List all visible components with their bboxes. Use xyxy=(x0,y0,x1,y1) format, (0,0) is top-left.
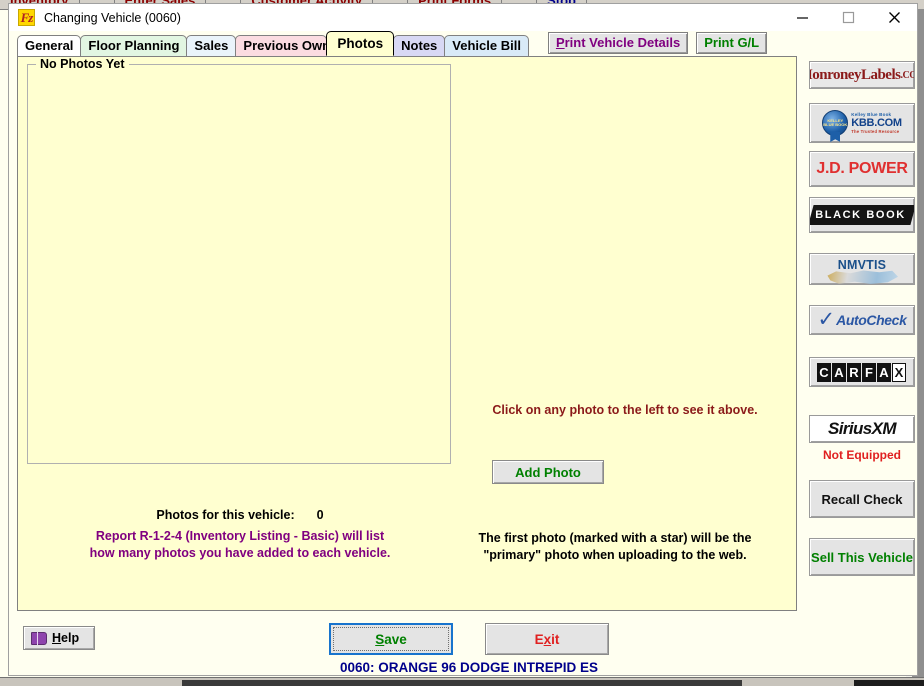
vehicle-status-line: 0060: ORANGE 96 DODGE INTREPID ES xyxy=(339,660,599,675)
carfax-letter-x: X xyxy=(892,362,906,382)
taskbar xyxy=(0,677,924,686)
report-note-line2: how many photos you have added to each v… xyxy=(89,546,391,560)
tab-floor-planning[interactable]: Floor Planning xyxy=(80,35,188,56)
photo-count-line: Photos for this vehicle: 0 xyxy=(28,508,452,522)
kbb-line3: The Trusted Resource xyxy=(851,129,900,134)
top-button-group: Print Vehicle Details Print G/L xyxy=(547,32,775,56)
autocheck-label: AutoCheck xyxy=(836,312,907,328)
minimize-icon[interactable] xyxy=(779,4,825,31)
sell-this-vehicle-button[interactable]: Sell This Vehicle xyxy=(809,538,915,576)
photo-list-legend: No Photos Yet xyxy=(36,57,129,71)
exit-button[interactable]: Exit xyxy=(485,623,609,655)
black-book-button[interactable]: BLACK BOOK xyxy=(809,197,915,233)
help-button-label: Help xyxy=(52,631,80,645)
siriusxm-button[interactable]: SiriusXM xyxy=(809,415,915,443)
save-button[interactable]: Save xyxy=(329,623,453,655)
primary-photo-note: The first photo (marked with a star) wil… xyxy=(441,530,789,564)
kbb-seal-text: KELLEY BLUE BOOK xyxy=(823,117,848,127)
nmvtis-label: NMVTIS xyxy=(837,258,887,272)
carfax-letter-c: C xyxy=(817,362,831,382)
add-photo-button[interactable]: Add Photo xyxy=(492,460,604,484)
click-photo-hint: Click on any photo to the left to see it… xyxy=(492,403,758,417)
kbb-seal-icon: KELLEY BLUE BOOK xyxy=(822,110,849,136)
taskbar-tray xyxy=(854,680,924,686)
kbb-line2: KBB.COM xyxy=(851,117,902,129)
carfax-logo: C A R F A X xyxy=(817,362,907,382)
close-icon[interactable] xyxy=(871,4,917,31)
kbb-logo: KELLEY BLUE BOOK Kelley Blue Book KBB.CO… xyxy=(822,110,902,136)
taskbar-items xyxy=(182,680,742,686)
black-book-label: BLACK BOOK xyxy=(810,205,914,225)
carfax-button[interactable]: C A R F A X xyxy=(809,357,915,387)
monroney-labels-button[interactable]: MonroneyLabels.COM xyxy=(809,61,915,89)
book-icon xyxy=(31,631,47,645)
report-note-line1: Report R-1-2-4 (Inventory Listing - Basi… xyxy=(95,529,385,543)
carfax-letter-f: F xyxy=(862,362,876,382)
primary-photo-note-line1: The first photo (marked with a star) wil… xyxy=(478,531,752,545)
report-note: Report R-1-2-4 (Inventory Listing - Basi… xyxy=(28,528,452,562)
tab-general[interactable]: General xyxy=(17,35,82,56)
print-vehicle-details-label: rint Vehicle Details xyxy=(564,35,681,50)
tab-vehicle-bill[interactable]: Vehicle Bill xyxy=(444,35,529,56)
carfax-letter-a2: A xyxy=(877,362,891,382)
window-client-area: No Photos Yet Click on any photo to the … xyxy=(9,56,917,675)
window-title: Changing Vehicle (0060) xyxy=(44,10,181,25)
carfax-letter-r: R xyxy=(847,362,861,382)
jd-power-button[interactable]: J.D. POWER xyxy=(809,151,915,187)
photos-main-panel: No Photos Yet Click on any photo to the … xyxy=(17,56,797,611)
photo-list-groupbox[interactable]: No Photos Yet xyxy=(27,57,451,464)
tab-bar: General Floor Planning Sales Previous Ow… xyxy=(17,31,917,56)
tab-sales[interactable]: Sales xyxy=(186,35,237,56)
photo-count-value: 0 xyxy=(316,508,324,522)
changing-vehicle-window: Fz Changing Vehicle (0060) General Floor… xyxy=(8,3,918,676)
tab-previous-owner[interactable]: Previous Owner xyxy=(235,35,328,56)
window-controls xyxy=(779,4,917,31)
kbb-text-block: Kelley Blue Book KBB.COM The Trusted Res… xyxy=(851,112,902,134)
checkmark-icon: ✓ xyxy=(817,308,836,331)
carfax-letter-a1: A xyxy=(832,362,846,382)
maximize-icon[interactable] xyxy=(825,4,871,31)
primary-photo-note-line2: "primary" photo when uploading to the we… xyxy=(483,548,747,562)
vehicle-services-sidebar: MonroneyLabels.COM KELLEY BLUE BOOK Kell… xyxy=(807,56,919,675)
save-button-label: Save xyxy=(375,631,407,647)
recall-check-button[interactable]: Recall Check xyxy=(809,480,915,518)
photo-count-label: Photos for this vehicle: xyxy=(156,508,295,522)
nmvtis-button[interactable]: NMVTIS xyxy=(809,253,915,285)
window-titlebar: Fz Changing Vehicle (0060) xyxy=(9,4,917,31)
tab-photos[interactable]: Photos xyxy=(326,31,395,56)
print-gl-button[interactable]: Print G/L xyxy=(696,32,768,54)
print-vehicle-details-button[interactable]: Print Vehicle Details xyxy=(547,32,689,54)
autocheck-logo: ✓ AutoCheck xyxy=(817,308,907,331)
autocheck-button[interactable]: ✓ AutoCheck xyxy=(809,305,915,335)
kbb-button[interactable]: KELLEY BLUE BOOK Kelley Blue Book KBB.CO… xyxy=(809,103,915,143)
monroney-labels-suffix: .COM xyxy=(900,69,914,81)
tab-notes[interactable]: Notes xyxy=(393,35,446,56)
fz-app-icon: Fz xyxy=(18,9,35,26)
exit-button-label: Exit xyxy=(534,631,560,647)
monroney-labels-label: MonroneyLabels xyxy=(810,66,901,83)
nmvtis-logo: NMVTIS xyxy=(810,254,914,284)
siriusxm-status: Not Equipped xyxy=(823,448,901,462)
help-button[interactable]: Help xyxy=(23,626,95,650)
fz-app-icon-text: Fz xyxy=(20,10,34,25)
